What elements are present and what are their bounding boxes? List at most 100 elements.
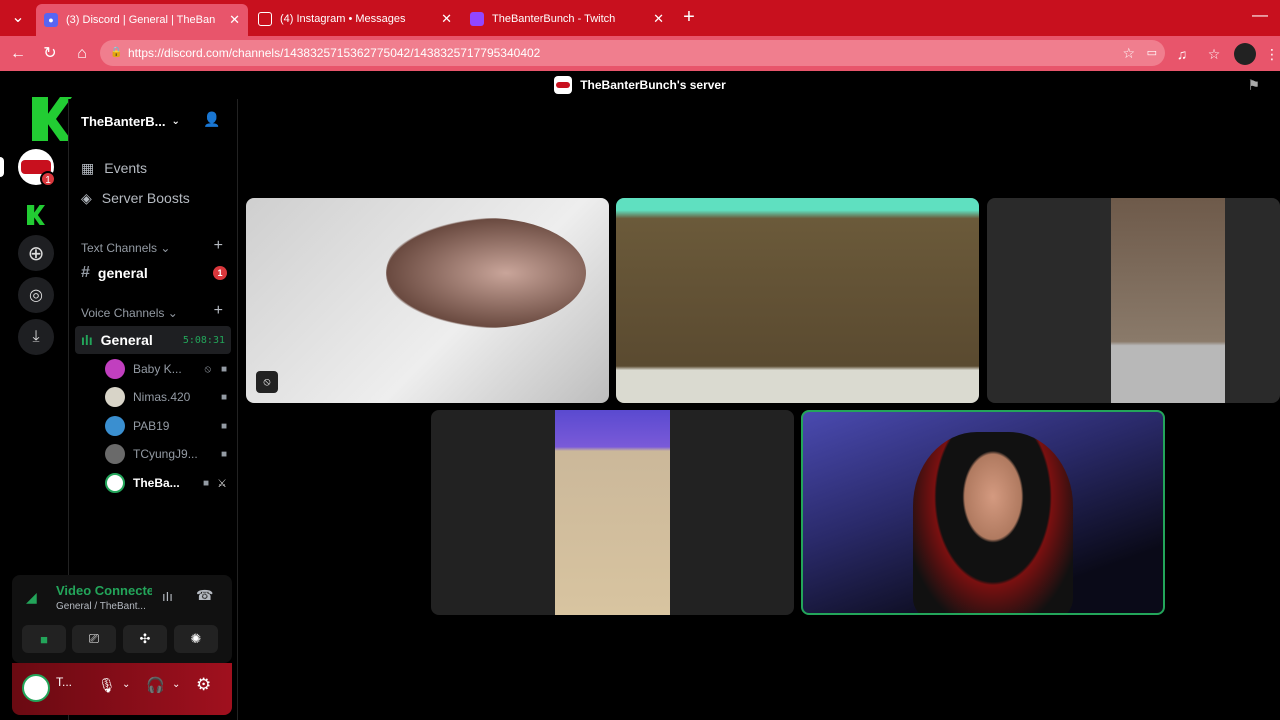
voice-connection-panel: ◢ Video Connecte General / TheBant... ıI… (12, 575, 232, 663)
close-icon[interactable]: ✕ (229, 12, 240, 28)
video-tile[interactable] (616, 198, 979, 403)
headphones-icon[interactable]: 🎧 (146, 676, 165, 694)
mic-icon[interactable]: 🎙 (98, 677, 116, 694)
user-avatar[interactable] (22, 674, 50, 702)
avatar (105, 473, 125, 493)
muted-icon: ⦸ (204, 363, 211, 375)
swords-icon: ⚔ (217, 477, 227, 490)
minimize-icon[interactable]: — (1250, 6, 1270, 26)
video-tile-speaking[interactable] (801, 410, 1165, 615)
voice-status-title: Video Connecte (56, 583, 152, 598)
voice-user[interactable]: PAB19 ■ (105, 413, 229, 439)
voice-user[interactable]: Nimas.420 ■ (105, 384, 229, 410)
events-item[interactable]: ▦ Events (81, 154, 231, 182)
flag-icon[interactable]: ⚑ (1247, 77, 1260, 94)
more-options-icon[interactable]: ⋮ (1262, 44, 1280, 64)
unread-badge: 1 (213, 266, 227, 280)
discord-icon: ● (44, 13, 58, 27)
user-panel: T... 🎙 ⌄ 🎧 ⌄ ⚙ (12, 663, 232, 715)
avatar (105, 359, 125, 379)
guild-kick[interactable] (18, 197, 54, 233)
profile-avatar[interactable] (1234, 43, 1256, 65)
chevron-down-icon[interactable]: ⌄ (172, 679, 180, 690)
voice-user[interactable]: Baby K... ⦸ ■ (105, 356, 229, 382)
voice-channels-category[interactable]: Voice Channels ⌄ (81, 306, 178, 320)
chevron-down-icon[interactable]: ⌄ (122, 679, 130, 690)
voice-user-name: Nimas.420 (133, 390, 191, 404)
close-icon[interactable]: ✕ (441, 11, 452, 27)
download-apps-button[interactable]: ⤓ (18, 319, 54, 355)
person (913, 432, 1073, 613)
url-text: https://discord.com/channels/14383257153… (128, 46, 541, 60)
voice-user-name: Baby K... (133, 362, 182, 376)
camera-icon[interactable]: ▭ (1147, 40, 1157, 66)
text-channels-category[interactable]: Text Channels ⌄ (81, 241, 170, 255)
tab-instagram[interactable]: (4) Instagram • Messages ✕ (250, 6, 460, 32)
refresh-icon[interactable]: ↻ (40, 44, 60, 64)
url-input[interactable]: 🔒 https://discord.com/channels/143832571… (100, 40, 1165, 66)
soundboard-button[interactable]: ✺ (174, 625, 218, 653)
discover-button[interactable]: ◎ (18, 277, 54, 313)
tab-title: (3) Discord | General | TheBan (66, 14, 216, 26)
green-k-logo (32, 97, 72, 141)
video-tile[interactable] (431, 410, 794, 615)
tab-twitch[interactable]: TheBanterBunch - Twitch ✕ (462, 6, 672, 32)
channel-general-voice[interactable]: ılı General 5:08:31 (75, 326, 231, 354)
avatar (105, 444, 125, 464)
voice-user-name: TheBa... (133, 476, 180, 490)
extensions-icon[interactable]: ♫ (1172, 44, 1192, 64)
video-feed (555, 410, 670, 615)
close-icon[interactable]: ✕ (653, 11, 664, 27)
tab-list-chevron-icon[interactable]: ⌄ (8, 8, 28, 28)
signal-icon: ◢ (26, 589, 37, 605)
create-channel-icon[interactable]: + (214, 237, 223, 255)
channel-name: general (97, 265, 148, 281)
camera-icon: ■ (220, 448, 227, 460)
category-label: Text Channels (81, 241, 158, 255)
server-title-bar: TheBanterBunch's server ⚑ (0, 71, 1280, 99)
home-icon[interactable]: ⌂ (72, 44, 92, 64)
muted-mic-icon: ⦸ (256, 371, 278, 393)
avatar (105, 416, 125, 436)
new-tab-icon[interactable]: + (679, 7, 699, 27)
events-label: Events (104, 160, 148, 176)
video-tile[interactable] (987, 198, 1280, 403)
voice-user[interactable]: TCyungJ9... ■ (105, 441, 229, 467)
browser-tab-bar: ⌄ ● (3) Discord | General | TheBan ✕ (4)… (0, 0, 1280, 36)
favorites-icon[interactable]: ☆ (1204, 44, 1224, 64)
camera-icon: ■ (220, 391, 227, 403)
download-icon: ⤓ (32, 328, 40, 345)
channel-name: General (100, 332, 153, 348)
twitch-icon (470, 12, 484, 26)
camera-toggle-button[interactable]: ■ (22, 625, 66, 653)
video-tile[interactable]: ⦸ (246, 198, 609, 403)
channel-general-text[interactable]: # general 1 (81, 259, 231, 287)
bookmark-star-icon[interactable]: ☆ (1122, 40, 1135, 66)
face-blur (386, 218, 586, 328)
voice-status-subtitle[interactable]: General / TheBant... (56, 601, 146, 612)
tab-title: (4) Instagram • Messages (280, 13, 406, 25)
settings-gear-icon[interactable]: ⚙ (196, 675, 211, 695)
tab-title: TheBanterBunch - Twitch (492, 13, 616, 25)
create-channel-icon[interactable]: + (214, 302, 223, 320)
category-label: Voice Channels (81, 306, 165, 320)
server-boosts-item[interactable]: ◈ Server Boosts (81, 184, 231, 212)
add-server-button[interactable]: ⊕ (18, 235, 54, 271)
activities-button[interactable]: ✣ (123, 625, 167, 653)
back-icon[interactable]: ← (8, 44, 28, 64)
guild-server-banterbunch[interactable]: 1 (18, 149, 56, 187)
discord-app: TheBanterBunch's server ⚑ K 3 1 ⊕ ◎ ⤓ Th… (0, 71, 1280, 720)
username[interactable]: T... (56, 675, 72, 689)
invite-people-icon[interactable]: 👤 (203, 111, 220, 128)
noise-suppression-icon[interactable]: ıIı (162, 589, 173, 604)
disconnect-icon[interactable]: ☎ (196, 587, 213, 604)
hash-icon: # (81, 264, 90, 281)
screen-share-button[interactable]: ⎚ (72, 625, 116, 653)
instagram-icon (258, 12, 272, 26)
kick-icon (27, 205, 45, 225)
unread-badge: 1 (40, 171, 56, 187)
chevron-down-icon: ⌄ (171, 115, 180, 127)
voice-user-name: TCyungJ9... (133, 447, 198, 461)
voice-user[interactable]: TheBa... ■ ⚔ (105, 470, 229, 496)
tab-discord[interactable]: ● (3) Discord | General | TheBan ✕ (36, 4, 248, 36)
